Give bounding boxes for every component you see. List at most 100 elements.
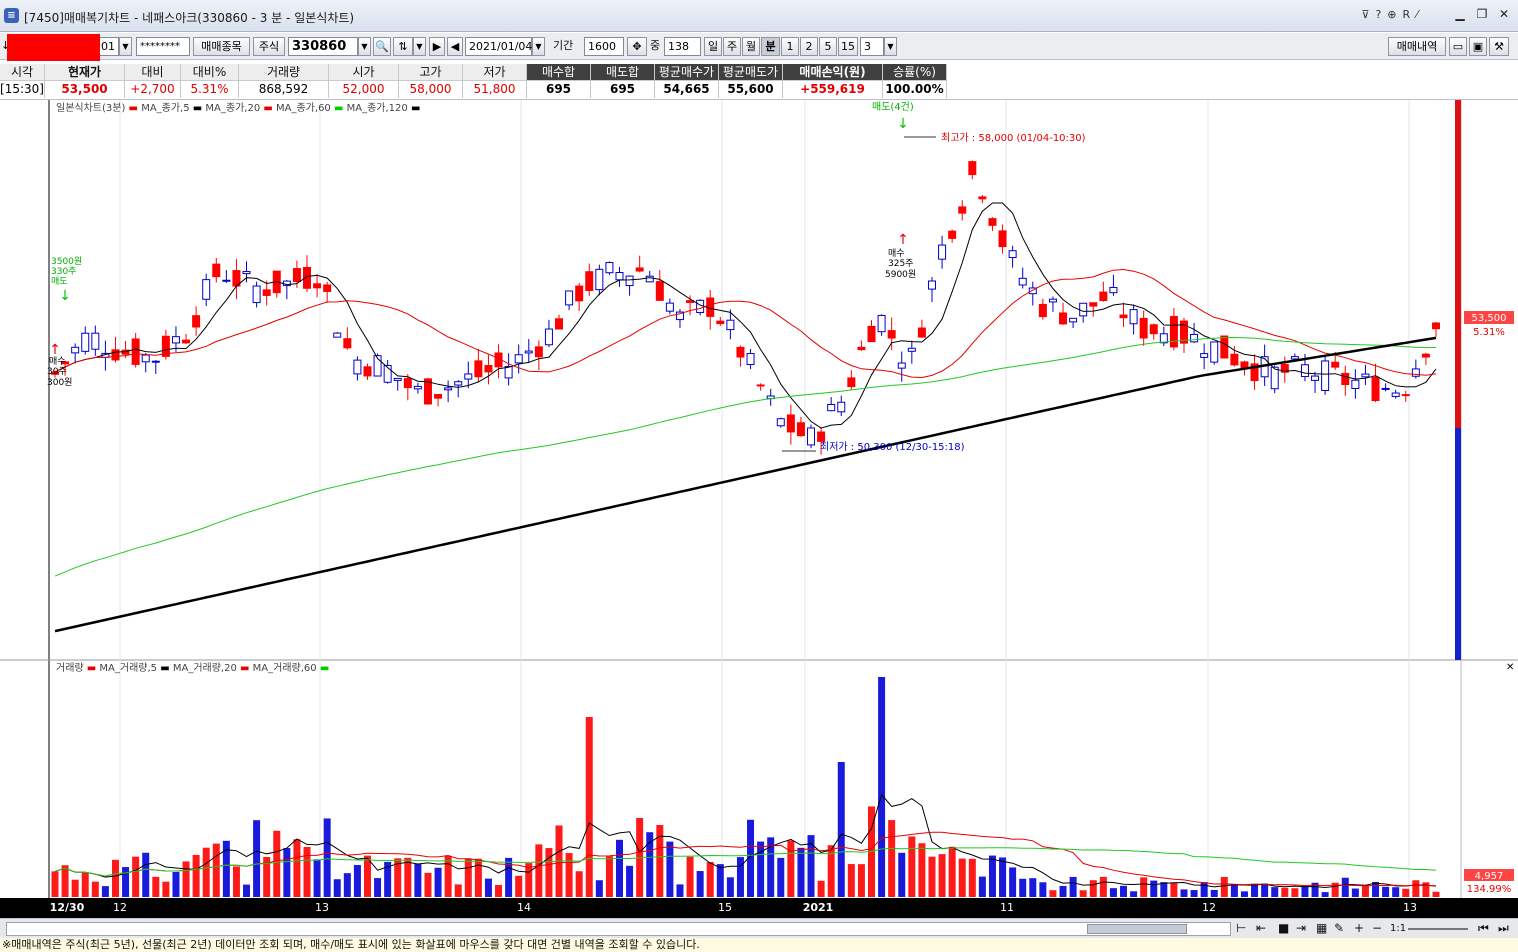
count-input[interactable]: 138 [664,37,701,56]
rewind-icon[interactable]: ⇤ [1256,921,1266,935]
chart-scrollbar[interactable] [6,922,1231,936]
info-header-1: 현재가 [45,64,125,81]
candle-body [897,362,906,369]
candle-body [1351,379,1360,390]
volume-bar [978,876,986,897]
info-value-0: [15:30] [0,81,45,98]
candle-body [434,394,443,399]
interval-dropdown[interactable]: ▼ [884,37,897,56]
prev-icon[interactable]: ◀ [447,37,463,56]
price-range-bar-red [1455,100,1461,428]
candle-body [262,289,271,296]
scroll-thumb[interactable] [1087,924,1187,934]
settings-icon[interactable]: ⚒ [1489,37,1509,56]
interval-15[interactable]: 15 [838,37,858,56]
interval-1[interactable]: 1 [781,37,799,56]
candle-body [353,359,362,375]
timeframe-month[interactable]: 월 [742,37,760,56]
search-icon[interactable]: 🔍 [373,37,391,56]
refresh-icon[interactable]: R [1403,8,1411,21]
sort-icon[interactable]: ⇅ [393,37,413,56]
trade-history-button[interactable]: 매매내역 [1388,37,1446,56]
info-header-10: 평균매수가 [655,64,719,81]
stop-icon[interactable]: ■ [1278,921,1289,935]
interval-input[interactable]: 3 [860,37,884,56]
date-axis: 12/30 12 13 14 15 2021 11 12 13 [0,898,1518,918]
crosshair-icon[interactable]: ✥ [627,37,647,56]
last-page-icon[interactable]: ⏭ [1498,921,1509,936]
help-icon[interactable]: ? [1375,8,1381,21]
date-axis-label: 13 [1403,901,1417,914]
candle-body [514,354,523,364]
volume-bar [1180,889,1188,897]
market-select[interactable]: 주식 [253,37,285,56]
volume-bar [1140,877,1148,897]
close-button[interactable]: ✕ [1494,6,1514,22]
volume-bar [111,859,119,897]
volume-bar [938,854,946,897]
left-buy-qty: 30주 [47,366,67,377]
candle-body [1321,360,1330,391]
candle-body [645,275,654,283]
trade-item-button[interactable]: 매매종목 [193,37,250,56]
info-header-9: 매도합 [591,64,655,81]
dropdown-icon[interactable]: ⊽ [1361,8,1369,21]
next-icon[interactable]: ▶ [429,37,445,56]
candle-body [1230,353,1239,366]
first-page-icon[interactable]: ⏮ [1478,921,1489,936]
period-input[interactable]: 1600 [584,37,624,56]
volume-bar [1281,887,1289,897]
save-icon[interactable]: ▣ [1469,37,1487,56]
timeframe-minute[interactable]: 분 [761,37,780,56]
volume-bar [374,878,382,897]
timeframe-day[interactable]: 일 [704,37,722,56]
interval-2[interactable]: 2 [800,37,818,56]
volume-bar [585,717,593,897]
volume-bar [464,858,472,897]
volume-bar [1089,880,1097,897]
account-dropdown[interactable]: ▼ [119,37,132,56]
date-dropdown[interactable]: ▼ [532,37,545,56]
link-icon[interactable]: ⁄ [1416,8,1418,21]
pin-icon[interactable]: ⊕ [1387,8,1396,21]
restore-button[interactable]: ❐ [1472,6,1492,22]
volume-bar [81,872,89,897]
interval-5[interactable]: 5 [819,37,837,56]
volume-bar [1099,876,1107,897]
candle-body [1220,335,1229,359]
stock-code-input[interactable]: 330860 [288,37,358,56]
zoom-out-icon[interactable]: − [1372,921,1382,935]
grid-icon[interactable]: ▦ [1316,921,1327,935]
volume-bar [1130,891,1138,897]
volume-bar [988,855,996,897]
folder-icon[interactable]: ▭ [1449,37,1467,56]
info-table: 시각 [15:30] 현재가 53,500 대비 +2,700 대비% 5.31% 거래량 868… [0,64,1518,100]
timeframe-week[interactable]: 주 [723,37,741,56]
minimize-button[interactable]: ▁ [1450,6,1470,22]
candle-body [444,387,453,391]
price-range-bar-blue [1455,428,1461,660]
info-header-7: 저가 [463,64,527,81]
zoom-slider[interactable] [1408,928,1468,930]
date-input[interactable]: 2021/01/04 [465,37,532,56]
draw-icon[interactable]: ✎ [1334,921,1344,935]
candle-body [141,354,150,363]
sell-arrow-icon: ↓ [897,116,909,132]
info-value-8: 695 [527,81,591,98]
volume-bar [928,856,936,897]
volume-bar [1402,888,1410,897]
volume-bar [243,884,251,897]
code-dropdown[interactable]: ▼ [358,37,371,56]
volume-bar [1039,882,1047,897]
scroll-start-icon[interactable]: ⊢ [1236,921,1246,935]
volume-bar [444,855,452,897]
zoom-in-icon[interactable]: + [1354,921,1364,935]
date-axis-label: 13 [315,901,329,914]
sort-dropdown[interactable]: ▼ [413,37,426,56]
candle-body [1361,373,1370,378]
candle-body [857,346,866,351]
password-field[interactable]: ******** [136,37,190,56]
forward-icon[interactable]: ⇥ [1296,921,1306,935]
candle-body [817,431,826,442]
price-volume-chart[interactable]: 일본식차트(3분) ▬ MA_종가,5 ▬ MA_종가,20 ▬ MA_종가,6… [0,100,1518,918]
